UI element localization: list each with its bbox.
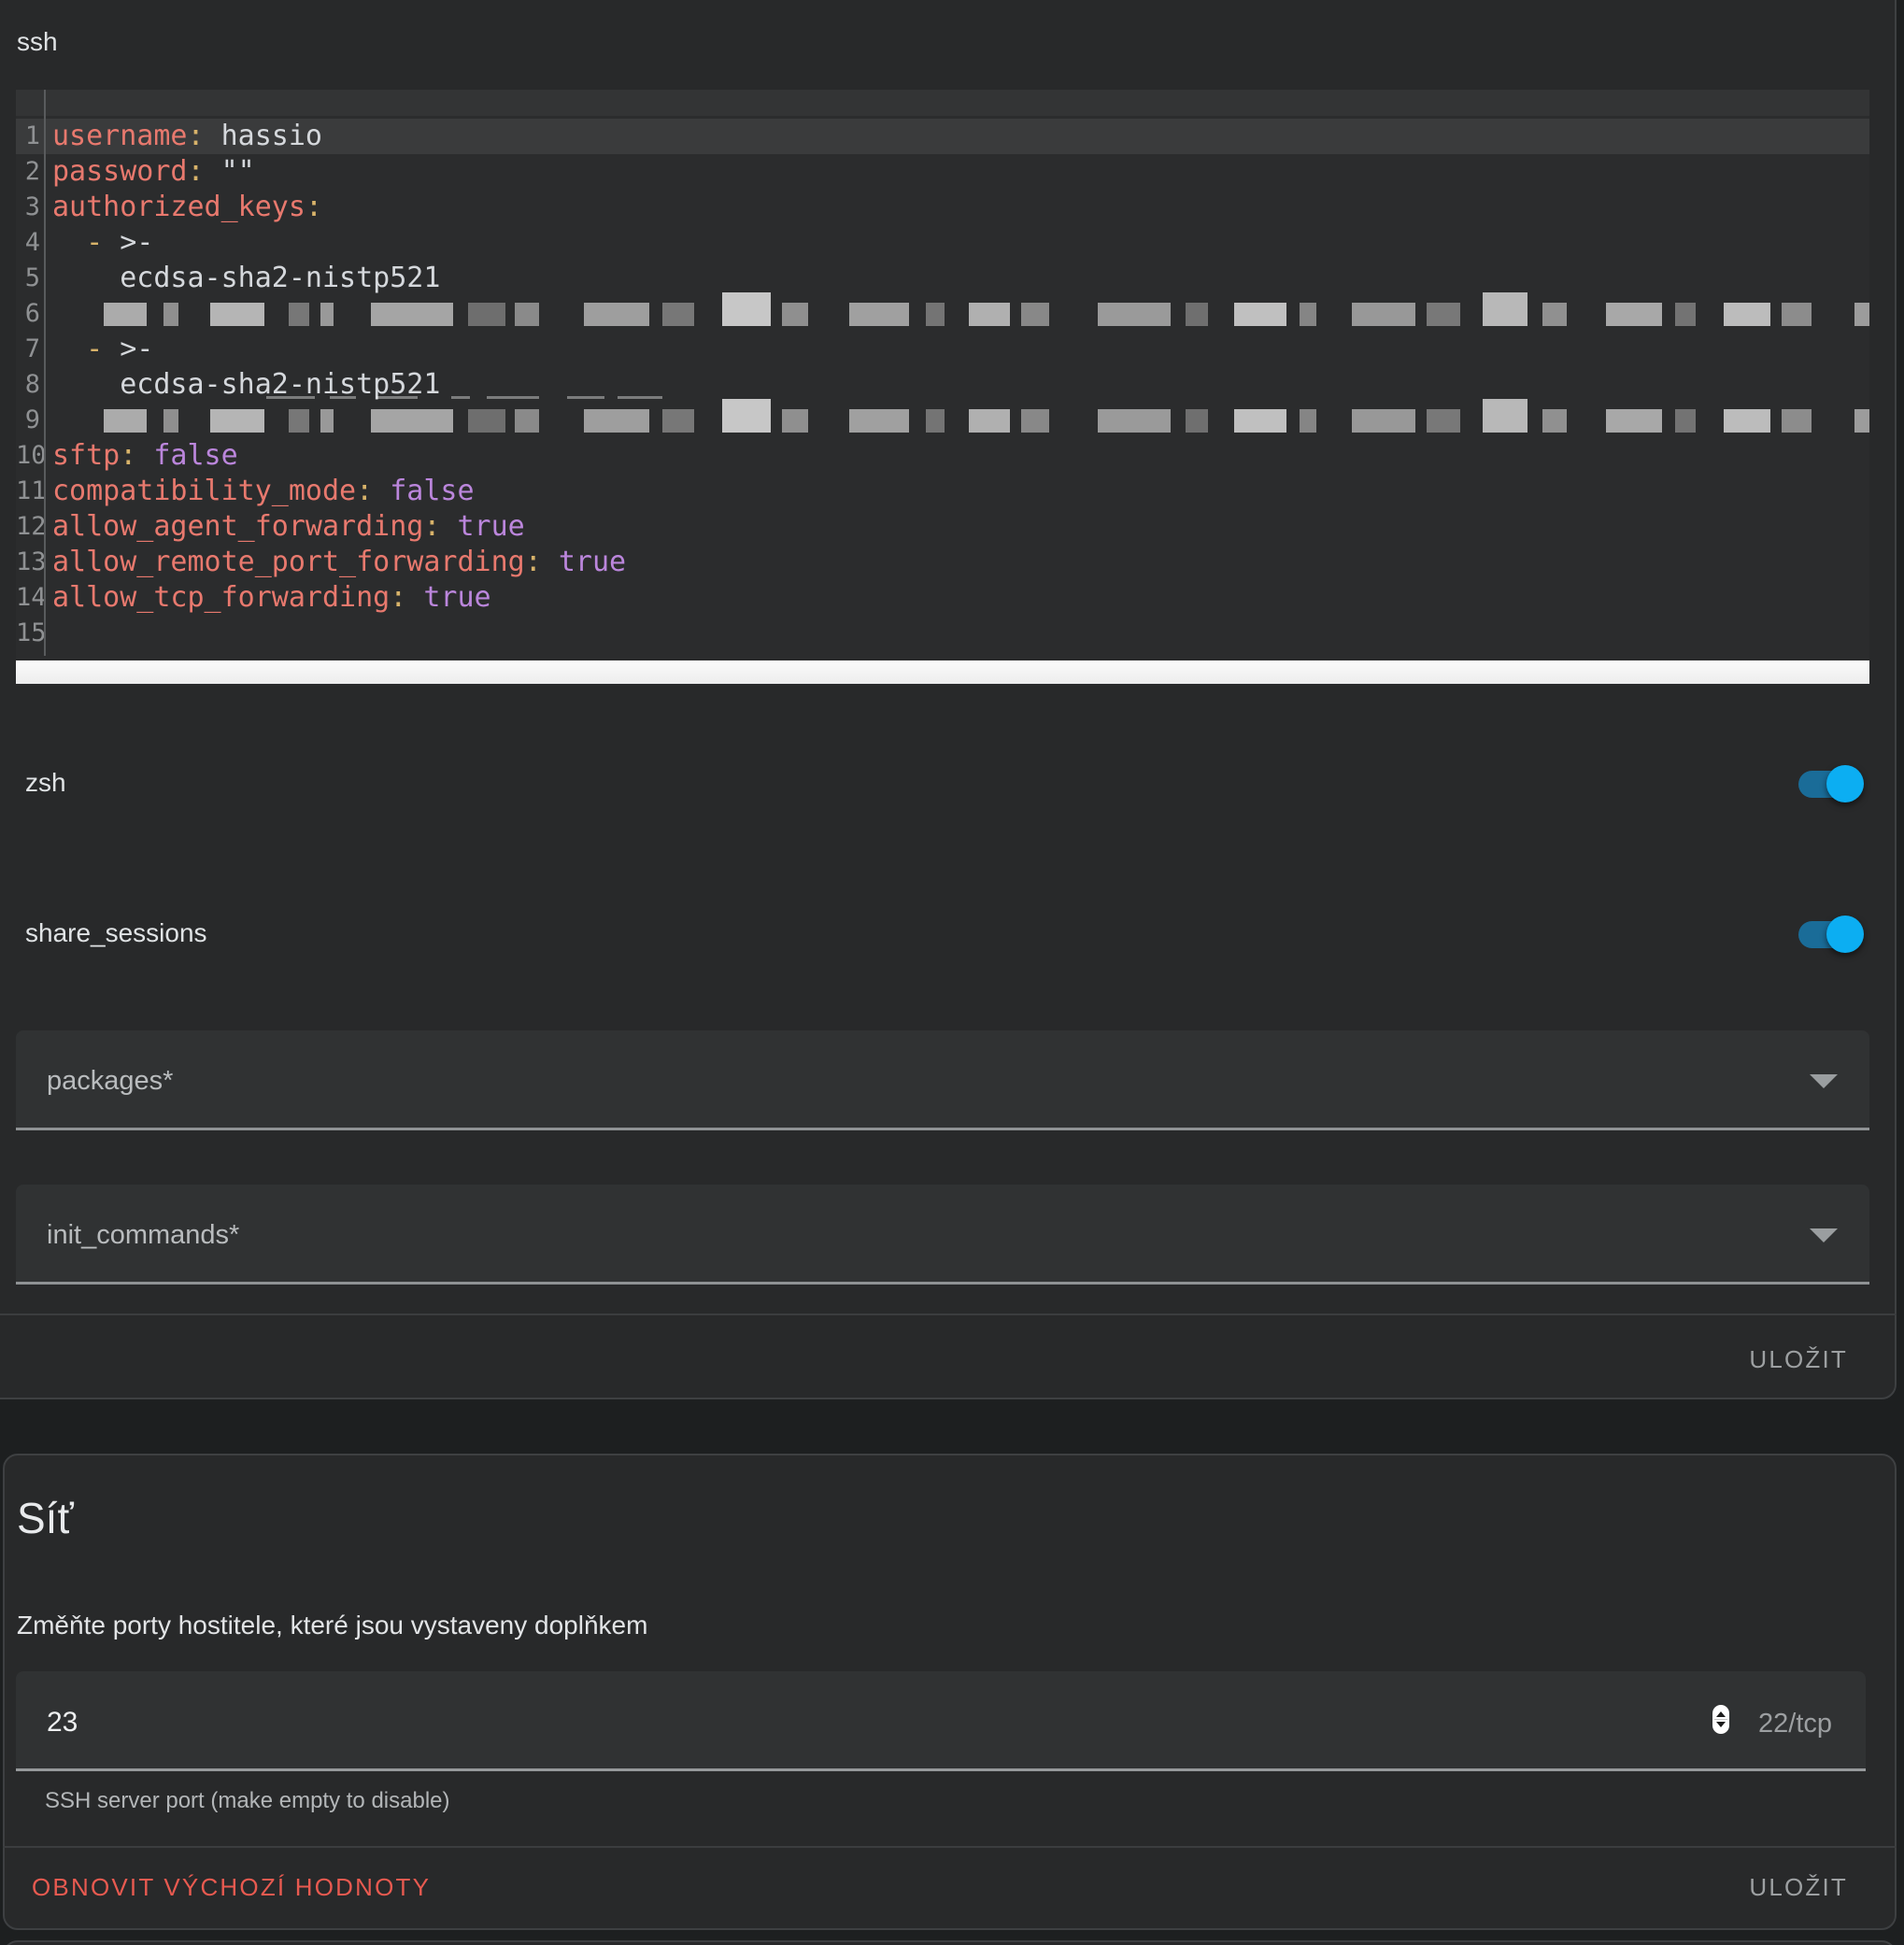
network-section-subtitle: Změňte porty hostitele, které jsou vysta… [17,1611,647,1640]
ssh-port-input[interactable]: 23 22/tcp [16,1671,1866,1771]
redacted-ghost-marks [266,396,662,399]
packages-select[interactable]: packages* [16,1030,1869,1130]
number-stepper-icon[interactable] [1712,1705,1729,1734]
yaml-code-editor[interactable]: 123456789101112131415 username: hassiopa… [16,90,1869,685]
packages-select-label: packages* [47,1066,173,1097]
init-commands-select-label: init_commands* [47,1220,239,1251]
reset-defaults-button[interactable]: OBNOVIT VÝCHOZÍ HODNOTY [32,1873,431,1902]
share-sessions-toggle[interactable] [1797,915,1866,954]
editor-code-lines[interactable]: username: hassiopassword: ""authorized_k… [52,119,1869,651]
zsh-toggle[interactable] [1797,764,1866,803]
toggle-thumb [1826,765,1864,802]
zsh-option-label: zsh [25,768,66,798]
addon-config-page: ssh 123456789101112131415 username: hass… [0,0,1904,1945]
container-port-label: 22/tcp [1758,1709,1832,1739]
editor-top-shade [16,90,1869,116]
ssh-option-label: ssh [17,27,58,57]
ssh-port-value[interactable]: 23 [47,1707,78,1739]
network-section-title: Síť [17,1493,74,1543]
stepper-up-icon[interactable] [1716,1711,1726,1717]
editor-line-numbers: 123456789101112131415 [16,119,40,651]
share-sessions-option-label: share_sessions [25,918,207,948]
stepper-divider [1714,1719,1727,1720]
init-commands-select[interactable]: init_commands* [16,1185,1869,1285]
card-footer-divider [3,1846,1897,1848]
save-button[interactable]: ULOŽIT [1749,1873,1848,1902]
next-card-edge [3,1940,1897,1945]
card-footer-divider [0,1313,1897,1315]
toggle-thumb [1826,916,1864,953]
editor-gutter-divider [44,90,46,656]
chevron-down-icon [1810,1228,1838,1242]
chevron-down-icon [1810,1074,1838,1088]
editor-horizontal-scrollbar[interactable] [16,660,1869,684]
save-button[interactable]: ULOŽIT [1749,1345,1848,1374]
ssh-port-helper-text: SSH server port (make empty to disable) [45,1788,450,1814]
stepper-down-icon[interactable] [1716,1722,1726,1727]
